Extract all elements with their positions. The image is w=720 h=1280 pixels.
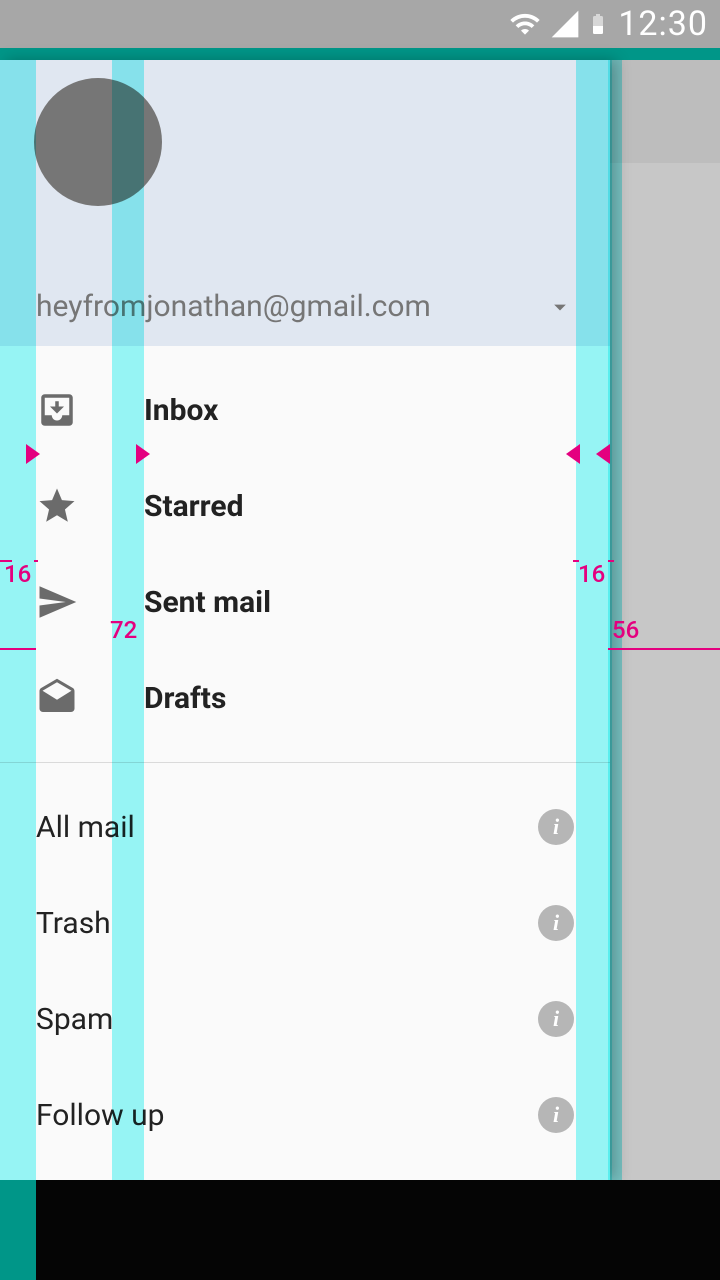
teal-underline	[0, 48, 720, 60]
wifi-icon	[506, 8, 544, 40]
nav-item-sent[interactable]: Sent mail	[0, 554, 610, 650]
chevron-down-icon	[546, 293, 574, 321]
info-icon[interactable]	[538, 1097, 574, 1133]
avatar[interactable]	[34, 78, 162, 206]
nav-item-trash[interactable]: Trash	[0, 875, 610, 971]
signal-icon	[548, 8, 582, 40]
nav-item-spam[interactable]: Spam	[0, 971, 610, 1067]
nav-label: Follow up	[36, 1098, 164, 1133]
nav-item-all-mail[interactable]: All mail	[0, 779, 610, 875]
info-icon[interactable]	[538, 1001, 574, 1037]
star-icon	[36, 485, 78, 527]
nav-label: All mail	[36, 810, 135, 845]
nav-item-follow-up[interactable]: Follow up	[0, 1067, 610, 1163]
info-icon[interactable]	[538, 809, 574, 845]
info-icon[interactable]	[538, 905, 574, 941]
nav-label: Sent mail	[144, 585, 271, 620]
send-icon	[36, 581, 78, 623]
status-bar: 12:30	[0, 0, 720, 48]
drafts-icon	[36, 677, 78, 719]
nav-item-starred[interactable]: Starred	[0, 458, 610, 554]
battery-icon	[586, 6, 610, 42]
inbox-icon	[36, 389, 78, 431]
nav-label: Drafts	[144, 681, 226, 716]
nav-item-drafts[interactable]: Drafts	[0, 650, 610, 746]
divider	[0, 762, 610, 763]
navigation-drawer: heyfromjonathan@gmail.com Inbox Starred …	[0, 60, 610, 1180]
nav-item-inbox[interactable]: Inbox	[0, 362, 610, 458]
nav-label: Starred	[144, 489, 243, 524]
status-time: 12:30	[618, 4, 708, 44]
drawer-header[interactable]: heyfromjonathan@gmail.com	[0, 60, 610, 346]
android-navbar	[0, 1180, 720, 1280]
nav-label: Inbox	[144, 393, 218, 428]
account-row[interactable]: heyfromjonathan@gmail.com	[36, 289, 574, 324]
android-navbar-accent	[0, 1180, 36, 1280]
nav-label: Spam	[36, 1002, 113, 1037]
nav-label: Trash	[36, 906, 111, 941]
account-email: heyfromjonathan@gmail.com	[36, 289, 431, 324]
